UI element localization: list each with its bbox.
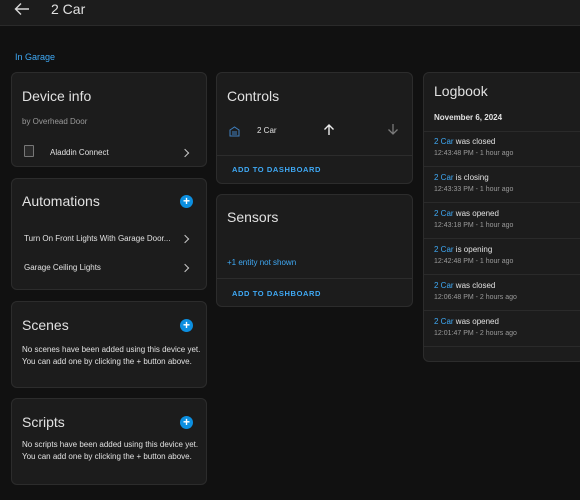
divider: [424, 346, 580, 347]
logbook-entity-link[interactable]: 2 Car: [434, 209, 454, 218]
automation-label: Garage Ceiling Lights: [24, 263, 101, 272]
chevron-right-icon: [180, 234, 190, 244]
divider: [217, 155, 412, 156]
add-scene-button[interactable]: +: [180, 319, 193, 332]
logbook-title: Logbook: [434, 83, 488, 99]
scripts-title: Scripts: [22, 414, 65, 430]
logbook-time: 12:42:48 PM - 1 hour ago: [434, 258, 514, 265]
sensors-title: Sensors: [227, 209, 279, 225]
logbook-entry: 2 Car is closing 12:43:33 PM - 1 hour ag…: [424, 173, 580, 209]
automation-label: Turn On Front Lights With Garage Door...: [24, 234, 171, 243]
divider: [424, 274, 580, 275]
integration-row[interactable]: Aladdin Connect: [12, 139, 206, 165]
logbook-message: was closed: [455, 137, 496, 146]
logbook-entity-link[interactable]: 2 Car: [434, 317, 454, 326]
scenes-title: Scenes: [22, 317, 69, 333]
divider: [424, 310, 580, 311]
logbook-time: 12:43:18 PM - 1 hour ago: [434, 222, 514, 229]
scenes-empty-text: No scenes have been added using this dev…: [22, 345, 201, 366]
logbook-time: 12:06:48 PM - 2 hours ago: [434, 294, 517, 301]
integration-name: Aladdin Connect: [50, 148, 109, 157]
divider: [424, 166, 580, 167]
add-to-dashboard-button[interactable]: ADD TO DASHBOARD: [232, 289, 321, 298]
logbook-time: 12:43:33 PM - 1 hour ago: [434, 186, 514, 193]
automations-title: Automations: [22, 193, 100, 209]
controls-card: Controls 2 Car ADD TO DASHBOARD: [216, 72, 413, 184]
open-cover-icon[interactable]: [323, 123, 335, 141]
logbook-entity-link[interactable]: 2 Car: [434, 173, 454, 182]
add-script-button[interactable]: +: [180, 416, 193, 429]
device-manufacturer: by Overhead Door: [22, 117, 88, 126]
device-info-card: Device info by Overhead Door Aladdin Con…: [11, 72, 207, 167]
sensors-card: Sensors +1 entity not shown ADD TO DASHB…: [216, 194, 413, 307]
logbook-card: Logbook November 6, 2024 2 Car was close…: [423, 72, 580, 362]
logbook-message: was closed: [455, 281, 496, 290]
entity-row[interactable]: 2 Car: [217, 119, 412, 142]
logbook-message: is opening: [455, 245, 493, 254]
add-automation-button[interactable]: +: [180, 195, 193, 208]
automation-item[interactable]: Garage Ceiling Lights: [12, 258, 206, 278]
hidden-entities-link[interactable]: +1 entity not shown: [227, 258, 296, 267]
scenes-card: Scenes + No scenes have been added using…: [11, 301, 207, 388]
divider: [424, 202, 580, 203]
automations-card: Automations + Turn On Front Lights With …: [11, 178, 207, 290]
automation-item[interactable]: Turn On Front Lights With Garage Door...: [12, 229, 206, 249]
close-cover-icon[interactable]: [387, 123, 399, 141]
device-info-title: Device info: [22, 88, 92, 104]
logbook-date: November 6, 2024: [434, 113, 503, 122]
scripts-empty-text: No scripts have been added using this de…: [22, 440, 199, 461]
chevron-right-icon: [180, 263, 190, 273]
entity-name: 2 Car: [257, 126, 277, 135]
add-to-dashboard-button[interactable]: ADD TO DASHBOARD: [232, 165, 321, 174]
logbook-entry: 2 Car was opened 12:43:18 PM - 1 hour ag…: [424, 209, 580, 245]
logbook-time: 12:01:47 PM - 2 hours ago: [434, 330, 517, 337]
logbook-entry: 2 Car was opened 12:01:47 PM - 2 hours a…: [424, 317, 580, 353]
divider: [217, 278, 412, 279]
logbook-entry: 2 Car is opening 12:42:48 PM - 1 hour ag…: [424, 245, 580, 281]
divider: [424, 131, 580, 132]
logbook-entity-link[interactable]: 2 Car: [434, 281, 454, 290]
logbook-message: is closing: [455, 173, 489, 182]
top-app-bar: 2 Car: [0, 0, 580, 26]
logbook-message: was opened: [455, 209, 499, 218]
logbook-entry: 2 Car was closed 12:43:48 PM - 1 hour ag…: [424, 137, 580, 173]
divider: [424, 238, 580, 239]
logbook-entity-link[interactable]: 2 Car: [434, 245, 454, 254]
logbook-entity-link[interactable]: 2 Car: [434, 137, 454, 146]
integration-logo-icon: [24, 145, 34, 157]
logbook-time: 12:43:48 PM - 1 hour ago: [434, 150, 514, 157]
page-title: 2 Car: [51, 1, 86, 17]
scripts-card: Scripts + No scripts have been added usi…: [11, 398, 207, 485]
back-arrow-icon[interactable]: [14, 2, 30, 16]
controls-title: Controls: [227, 88, 280, 104]
chevron-right-icon: [180, 148, 190, 158]
garage-icon: [229, 124, 240, 142]
area-link[interactable]: In Garage: [15, 52, 55, 62]
logbook-message: was opened: [455, 317, 499, 326]
logbook-entry: 2 Car was closed 12:06:48 PM - 2 hours a…: [424, 281, 580, 317]
